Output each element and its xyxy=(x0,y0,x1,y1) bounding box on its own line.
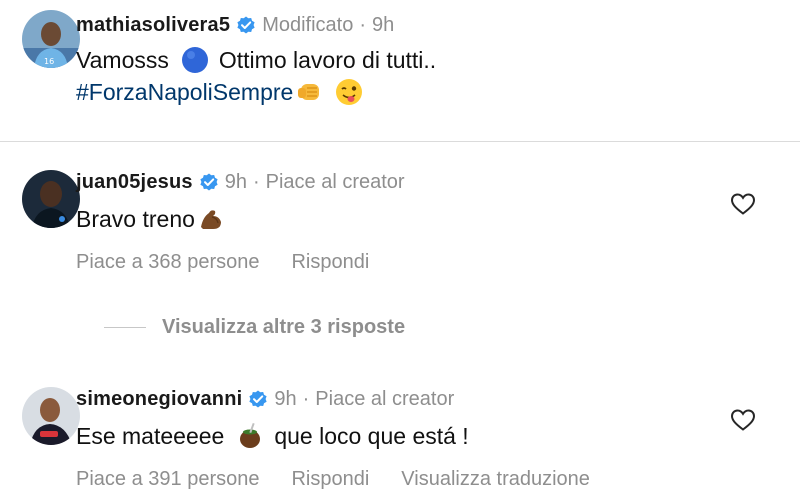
flexed-biceps-icon xyxy=(200,210,221,229)
fist-bump-icon xyxy=(298,84,320,100)
caption-text-part: Ottimo lavoro di tutti.. xyxy=(218,47,437,73)
timestamp: 9h xyxy=(372,14,395,36)
view-replies-button[interactable]: Visualizza altre 3 risposte xyxy=(104,316,405,339)
svg-text:16: 16 xyxy=(44,57,54,66)
caption-header: mathiasolivera5 Modificato · 9h xyxy=(76,12,394,38)
divider xyxy=(0,141,800,142)
caption-text-line2: #ForzaNapoliSempre xyxy=(76,76,363,108)
comment-text-part: Ese mateeeee xyxy=(76,423,225,449)
verified-badge-icon xyxy=(200,173,218,191)
comment-text: Bravo treno xyxy=(76,203,225,235)
winking-face-tongue-icon xyxy=(336,79,363,105)
comment-actions: Piace a 368 persone Rispondi xyxy=(76,251,369,274)
heart-icon[interactable] xyxy=(730,192,756,216)
comment-header: juan05jesus 9h · Piace al creator xyxy=(76,169,405,195)
hashtag-link[interactable]: #ForzaNapoliSempre xyxy=(76,76,293,108)
avatar-juan05jesus[interactable] xyxy=(22,170,80,228)
likes-count[interactable]: Piace a 368 persone xyxy=(76,251,259,274)
blue-circle-icon xyxy=(181,47,208,73)
view-replies-label: Visualizza altre 3 risposte xyxy=(162,316,406,338)
timestamp: 9h xyxy=(224,171,247,193)
verified-badge-icon xyxy=(249,390,267,408)
comment-text-part: Bravo treno xyxy=(76,206,195,232)
username[interactable]: juan05jesus xyxy=(76,169,193,195)
separator-dot: · xyxy=(252,171,260,193)
avatar-simeonegiovanni[interactable] xyxy=(22,387,80,445)
heart-icon[interactable] xyxy=(730,408,756,432)
timestamp: 9h xyxy=(274,388,297,410)
translate-button[interactable]: Visualizza traduzione xyxy=(401,468,590,491)
comment-text-part: que loco que está ! xyxy=(274,423,469,449)
comment-header: simeonegiovanni 9h · Piace al creator xyxy=(76,386,454,412)
likes-count[interactable]: Piace a 391 persone xyxy=(76,468,259,491)
caption-text-part: Vamosss xyxy=(76,47,169,73)
mate-gourd-icon xyxy=(240,422,261,448)
caption-text-line1: Vamosss Ottimo lavoro di tutti.. xyxy=(76,44,436,76)
creator-like-label: Piace al creator xyxy=(265,171,405,193)
reply-button[interactable]: Rispondi xyxy=(291,468,369,491)
replies-line xyxy=(104,327,146,328)
username[interactable]: simeonegiovanni xyxy=(76,386,242,412)
comment-actions: Piace a 391 persone Rispondi Visualizza … xyxy=(76,468,590,491)
separator-dot: · xyxy=(302,388,310,410)
avatar-mathiasolivera5[interactable]: 16 xyxy=(22,10,80,68)
reply-button[interactable]: Rispondi xyxy=(291,251,369,274)
comments-panel: 16 mathiasolivera5 Modificato · 9h Vamos… xyxy=(0,0,800,500)
comment-text: Ese mateeeee que loco que está ! xyxy=(76,420,469,452)
edited-label: Modificato xyxy=(262,14,354,36)
username[interactable]: mathiasolivera5 xyxy=(76,12,230,38)
creator-like-label: Piace al creator xyxy=(315,388,455,410)
verified-badge-icon xyxy=(237,16,255,34)
separator-dot: · xyxy=(359,14,367,36)
